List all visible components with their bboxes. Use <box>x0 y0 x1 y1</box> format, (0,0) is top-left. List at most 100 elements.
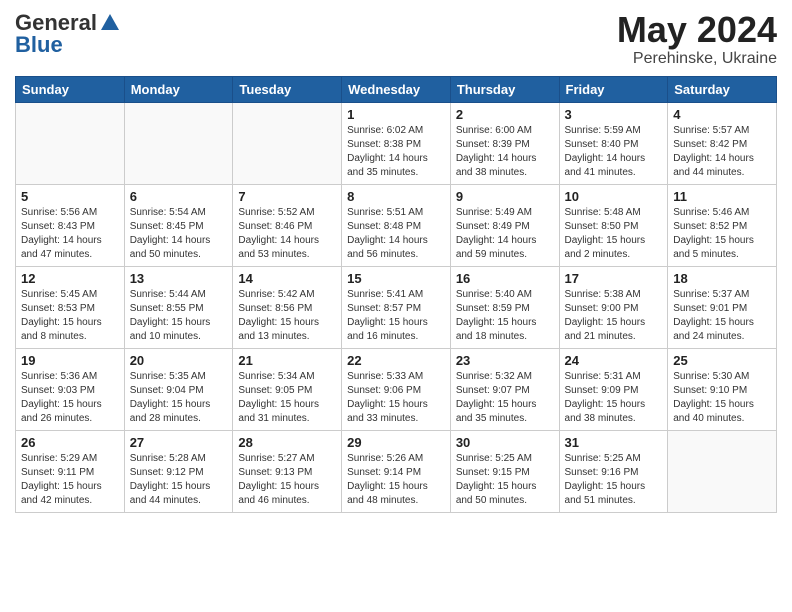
calendar-day-cell: 6Sunrise: 5:54 AM Sunset: 8:45 PM Daylig… <box>124 184 233 266</box>
calendar-day-cell: 24 Sunrise: 5:31 AM Sunset: 9:09 PM Dayli… <box>559 348 668 430</box>
calendar-day-cell: 5 Sunrise: 5:56 AM Sunset: 8:43 PM Daylig… <box>16 184 125 266</box>
day-info: Sunrise: 5:51 AM Sunset: 8:48 PM Dayligh… <box>347 206 445 262</box>
calendar-day-cell: 15 Sunrise: 5:41 AM Sunset: 8:57 PM Dayli… <box>342 266 451 348</box>
day-number: 21 <box>238 353 336 368</box>
calendar-day-cell: 16Sunrise: 5:40 AM Sunset: 8:59 PM Dayli… <box>450 266 559 348</box>
calendar-day-cell: 13 Sunrise: 5:44 AM Sunset: 8:55 PM Dayli… <box>124 266 233 348</box>
calendar-week-row: 5 Sunrise: 5:56 AM Sunset: 8:43 PM Daylig… <box>16 184 777 266</box>
calendar-day-cell <box>668 430 777 512</box>
calendar-day-cell: 23Sunrise: 5:32 AM Sunset: 9:07 PM Dayli… <box>450 348 559 430</box>
month-title: May 2024 <box>617 10 777 50</box>
day-info: Sunrise: 5:44 AM Sunset: 8:55 PM Dayligh… <box>130 288 228 344</box>
calendar-day-cell: 12 Sunrise: 5:45 AM Sunset: 8:53 PM Dayli… <box>16 266 125 348</box>
day-number: 25 <box>673 353 771 368</box>
calendar-day-cell: 31 Sunrise: 5:25 AM Sunset: 9:16 PM Dayli… <box>559 430 668 512</box>
day-info: Sunrise: 5:48 AM Sunset: 8:50 PM Dayligh… <box>565 206 663 262</box>
calendar-week-row: 19 Sunrise: 5:36 AM Sunset: 9:03 PM Dayli… <box>16 348 777 430</box>
day-info: Sunrise: 5:57 AM Sunset: 8:42 PM Dayligh… <box>673 124 771 180</box>
calendar-day-cell: 19 Sunrise: 5:36 AM Sunset: 9:03 PM Dayli… <box>16 348 125 430</box>
day-number: 9 <box>456 189 554 204</box>
calendar-day-cell: 27 Sunrise: 5:28 AM Sunset: 9:12 PM Dayli… <box>124 430 233 512</box>
day-info: Sunrise: 5:38 AM Sunset: 9:00 PM Dayligh… <box>565 288 663 344</box>
day-info: Sunrise: 5:46 AM Sunset: 8:52 PM Dayligh… <box>673 206 771 262</box>
day-number: 19 <box>21 353 119 368</box>
calendar-day-cell: 21 Sunrise: 5:34 AM Sunset: 9:05 PM Dayli… <box>233 348 342 430</box>
day-number: 1 <box>347 107 445 122</box>
title-block: May 2024 Perehinske, Ukraine <box>617 10 777 68</box>
day-info: Sunrise: 5:41 AM Sunset: 8:57 PM Dayligh… <box>347 288 445 344</box>
header-thursday: Thursday <box>450 76 559 102</box>
calendar-day-cell <box>124 102 233 184</box>
day-info: Sunrise: 5:40 AM Sunset: 8:59 PM Dayligh… <box>456 288 554 344</box>
calendar-day-cell: 26 Sunrise: 5:29 AM Sunset: 9:11 PM Dayli… <box>16 430 125 512</box>
calendar-day-cell: 1Sunrise: 6:02 AM Sunset: 8:38 PM Daylig… <box>342 102 451 184</box>
day-info: Sunrise: 5:36 AM Sunset: 9:03 PM Dayligh… <box>21 370 119 426</box>
day-number: 27 <box>130 435 228 450</box>
day-info: Sunrise: 5:25 AM Sunset: 9:15 PM Dayligh… <box>456 452 554 508</box>
day-number: 30 <box>456 435 554 450</box>
day-info: Sunrise: 5:45 AM Sunset: 8:53 PM Dayligh… <box>21 288 119 344</box>
day-info: Sunrise: 5:54 AM Sunset: 8:45 PM Dayligh… <box>130 206 228 262</box>
day-number: 14 <box>238 271 336 286</box>
day-number: 4 <box>673 107 771 122</box>
day-number: 28 <box>238 435 336 450</box>
page: General Blue May 2024 Perehinske, Ukrain… <box>0 0 792 528</box>
header: General Blue May 2024 Perehinske, Ukrain… <box>15 10 777 68</box>
day-number: 20 <box>130 353 228 368</box>
day-number: 26 <box>21 435 119 450</box>
header-wednesday: Wednesday <box>342 76 451 102</box>
day-number: 22 <box>347 353 445 368</box>
day-info: Sunrise: 5:26 AM Sunset: 9:14 PM Dayligh… <box>347 452 445 508</box>
day-info: Sunrise: 6:00 AM Sunset: 8:39 PM Dayligh… <box>456 124 554 180</box>
calendar-day-cell: 30 Sunrise: 5:25 AM Sunset: 9:15 PM Dayli… <box>450 430 559 512</box>
logo: General Blue <box>15 10 121 58</box>
calendar-day-cell: 28 Sunrise: 5:27 AM Sunset: 9:13 PM Dayli… <box>233 430 342 512</box>
day-info: Sunrise: 5:32 AM Sunset: 9:07 PM Dayligh… <box>456 370 554 426</box>
day-info: Sunrise: 5:49 AM Sunset: 8:49 PM Dayligh… <box>456 206 554 262</box>
header-friday: Friday <box>559 76 668 102</box>
calendar-day-cell: 20 Sunrise: 5:35 AM Sunset: 9:04 PM Dayli… <box>124 348 233 430</box>
day-info: Sunrise: 5:31 AM Sunset: 9:09 PM Dayligh… <box>565 370 663 426</box>
day-number: 2 <box>456 107 554 122</box>
calendar-day-cell: 8 Sunrise: 5:51 AM Sunset: 8:48 PM Daylig… <box>342 184 451 266</box>
day-number: 31 <box>565 435 663 450</box>
calendar-day-cell: 29Sunrise: 5:26 AM Sunset: 9:14 PM Dayli… <box>342 430 451 512</box>
day-number: 5 <box>21 189 119 204</box>
calendar-day-cell: 9 Sunrise: 5:49 AM Sunset: 8:49 PM Daylig… <box>450 184 559 266</box>
header-saturday: Saturday <box>668 76 777 102</box>
day-info: Sunrise: 5:27 AM Sunset: 9:13 PM Dayligh… <box>238 452 336 508</box>
day-info: Sunrise: 5:37 AM Sunset: 9:01 PM Dayligh… <box>673 288 771 344</box>
day-info: Sunrise: 5:34 AM Sunset: 9:05 PM Dayligh… <box>238 370 336 426</box>
day-info: Sunrise: 5:28 AM Sunset: 9:12 PM Dayligh… <box>130 452 228 508</box>
day-number: 12 <box>21 271 119 286</box>
day-number: 24 <box>565 353 663 368</box>
day-number: 15 <box>347 271 445 286</box>
calendar-day-cell <box>16 102 125 184</box>
day-info: Sunrise: 5:56 AM Sunset: 8:43 PM Dayligh… <box>21 206 119 262</box>
day-number: 10 <box>565 189 663 204</box>
calendar-table: Sunday Monday Tuesday Wednesday Thursday… <box>15 76 777 513</box>
calendar-day-cell: 25Sunrise: 5:30 AM Sunset: 9:10 PM Dayli… <box>668 348 777 430</box>
header-monday: Monday <box>124 76 233 102</box>
logo-icon <box>99 12 121 34</box>
day-info: Sunrise: 5:35 AM Sunset: 9:04 PM Dayligh… <box>130 370 228 426</box>
day-info: Sunrise: 5:29 AM Sunset: 9:11 PM Dayligh… <box>21 452 119 508</box>
calendar-day-cell: 4 Sunrise: 5:57 AM Sunset: 8:42 PM Daylig… <box>668 102 777 184</box>
calendar-day-cell: 18 Sunrise: 5:37 AM Sunset: 9:01 PM Dayli… <box>668 266 777 348</box>
calendar-day-cell: 14Sunrise: 5:42 AM Sunset: 8:56 PM Dayli… <box>233 266 342 348</box>
day-number: 8 <box>347 189 445 204</box>
calendar-day-cell: 3 Sunrise: 5:59 AM Sunset: 8:40 PM Daylig… <box>559 102 668 184</box>
day-number: 18 <box>673 271 771 286</box>
calendar-day-cell: 2 Sunrise: 6:00 AM Sunset: 8:39 PM Daylig… <box>450 102 559 184</box>
day-number: 13 <box>130 271 228 286</box>
calendar-day-cell: 10 Sunrise: 5:48 AM Sunset: 8:50 PM Dayli… <box>559 184 668 266</box>
day-info: Sunrise: 5:25 AM Sunset: 9:16 PM Dayligh… <box>565 452 663 508</box>
weekday-header-row: Sunday Monday Tuesday Wednesday Thursday… <box>16 76 777 102</box>
calendar-day-cell <box>233 102 342 184</box>
calendar-day-cell: 11 Sunrise: 5:46 AM Sunset: 8:52 PM Dayli… <box>668 184 777 266</box>
header-sunday: Sunday <box>16 76 125 102</box>
day-info: Sunrise: 5:59 AM Sunset: 8:40 PM Dayligh… <box>565 124 663 180</box>
day-number: 11 <box>673 189 771 204</box>
day-number: 3 <box>565 107 663 122</box>
day-info: Sunrise: 5:33 AM Sunset: 9:06 PM Dayligh… <box>347 370 445 426</box>
